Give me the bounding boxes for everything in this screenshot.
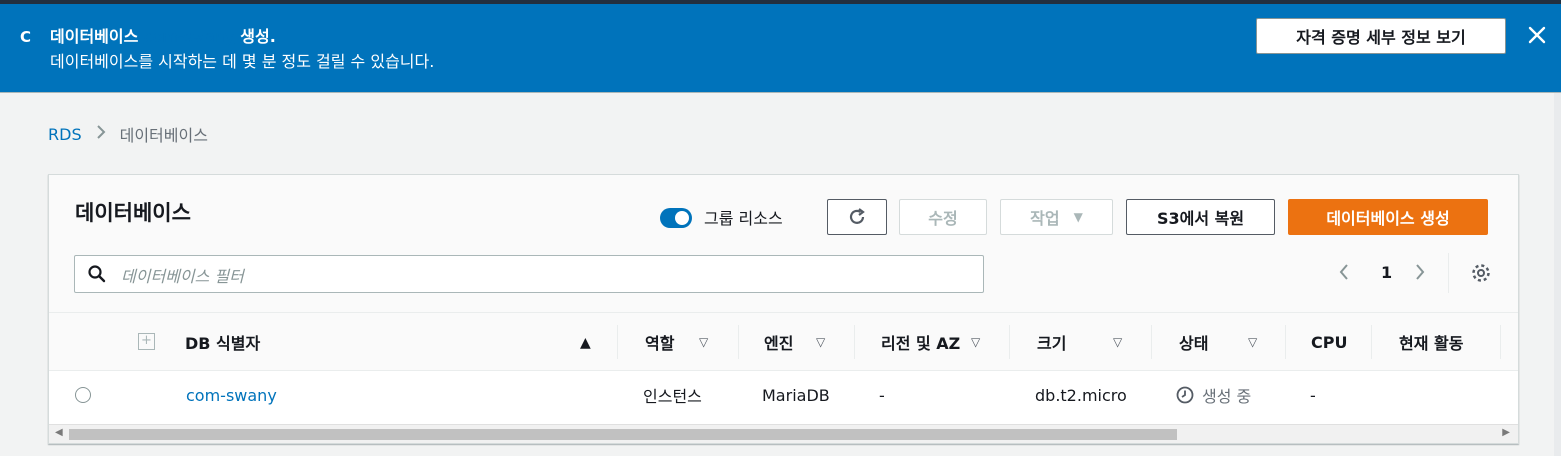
column-divider bbox=[1500, 325, 1501, 359]
column-region-az[interactable]: 리전 및 AZ bbox=[881, 313, 960, 371]
column-divider bbox=[854, 325, 855, 359]
flash-title-suffix: 생성. bbox=[240, 27, 276, 46]
db-identifier-link[interactable]: com-swany bbox=[186, 371, 277, 419]
column-status[interactable]: 상태 bbox=[1179, 313, 1208, 371]
table-row[interactable]: com-swany 인스턴스 MariaDB - db.t2.micro 생성 … bbox=[49, 371, 1518, 419]
flash-title: 데이터베이스 com-swany 생성. bbox=[50, 23, 276, 47]
column-divider bbox=[1371, 325, 1372, 359]
cell-size: db.t2.micro bbox=[1035, 385, 1127, 405]
breadcrumb-current: 데이터베이스 bbox=[119, 126, 208, 145]
cell-engine: MariaDB bbox=[762, 385, 830, 405]
next-page-icon[interactable] bbox=[1414, 262, 1426, 287]
create-database-button[interactable]: 데이터베이스 생성 bbox=[1288, 199, 1488, 235]
scroll-left-icon[interactable]: ◀ bbox=[55, 427, 63, 438]
column-db-identifier[interactable]: DB 식별자 bbox=[185, 313, 260, 371]
previous-page-icon[interactable] bbox=[1338, 262, 1350, 287]
sort-icon[interactable]: ▽ bbox=[1248, 335, 1257, 349]
pager-divider bbox=[1448, 253, 1449, 293]
page-scrollbar-track[interactable] bbox=[1554, 93, 1561, 456]
column-engine[interactable]: 엔진 bbox=[764, 313, 793, 371]
actions-dropdown[interactable]: 작업 ▼ bbox=[1000, 199, 1113, 235]
column-divider bbox=[1151, 325, 1152, 359]
caret-down-icon: ▼ bbox=[1073, 210, 1083, 224]
panel-header: 데이터베이스 그룹 리소스 수정 작업 ▼ S3에서 복원 데이터베이스 생성 … bbox=[49, 175, 1518, 313]
group-resources-label: 그룹 리소스 bbox=[704, 209, 783, 228]
column-current-activity[interactable]: 현재 활동 bbox=[1399, 313, 1463, 371]
sort-icon[interactable]: ▽ bbox=[816, 335, 825, 349]
panel-title: 데이터베이스 bbox=[75, 201, 191, 225]
loading-spinner-icon: C bbox=[20, 28, 32, 46]
scrollbar-thumb[interactable] bbox=[69, 429, 1177, 440]
refresh-icon bbox=[849, 208, 865, 224]
scroll-right-icon[interactable]: ▶ bbox=[1502, 427, 1510, 438]
cell-status: 생성 중 bbox=[1176, 371, 1251, 419]
flash-db-link[interactable]: com-swany bbox=[144, 27, 235, 46]
horizontal-scrollbar[interactable]: ◀ ▶ bbox=[49, 424, 1518, 443]
group-resources-toggle[interactable] bbox=[660, 208, 692, 228]
column-role[interactable]: 역할 bbox=[645, 313, 674, 371]
sort-ascending-icon[interactable]: ▲ bbox=[580, 335, 591, 351]
search-icon bbox=[87, 264, 107, 288]
row-select-radio[interactable] bbox=[75, 387, 91, 403]
flash-title-prefix: 데이터베이스 bbox=[50, 27, 139, 46]
column-divider bbox=[1009, 325, 1010, 359]
sort-icon[interactable]: ▽ bbox=[1113, 335, 1122, 349]
clock-icon bbox=[1176, 386, 1194, 404]
column-divider bbox=[738, 325, 739, 359]
sort-icon[interactable]: ▽ bbox=[971, 335, 980, 349]
chevron-right-icon bbox=[96, 124, 106, 145]
expand-all-icon[interactable]: + bbox=[138, 333, 155, 350]
search-placeholder: 데이터베이스 필터 bbox=[121, 267, 244, 286]
column-divider bbox=[1285, 325, 1286, 359]
edit-button[interactable]: 수정 bbox=[899, 199, 987, 235]
gear-icon[interactable] bbox=[1470, 262, 1492, 288]
column-cpu[interactable]: CPU bbox=[1311, 313, 1347, 371]
close-icon[interactable] bbox=[1522, 20, 1552, 50]
databases-panel: 데이터베이스 그룹 리소스 수정 작업 ▼ S3에서 복원 데이터베이스 생성 … bbox=[48, 174, 1519, 444]
column-size[interactable]: 크기 bbox=[1037, 313, 1066, 371]
view-credentials-button[interactable]: 자격 증명 세부 정보 보기 bbox=[1256, 18, 1506, 54]
breadcrumb-rds[interactable]: RDS bbox=[48, 125, 82, 144]
toggle-knob bbox=[675, 211, 689, 225]
table-header: + DB 식별자 ▲ 역할 ▽ 엔진 ▽ 리전 및 AZ ▽ 크기 ▽ 상태 ▽… bbox=[49, 313, 1518, 371]
cell-cpu: - bbox=[1310, 385, 1316, 405]
cell-region-az: - bbox=[879, 385, 885, 405]
flash-divider bbox=[0, 92, 1561, 93]
column-divider bbox=[617, 325, 618, 359]
flash-banner: C 데이터베이스 com-swany 생성. 데이터베이스를 시작하는 데 몇 … bbox=[0, 4, 1561, 92]
sort-icon[interactable]: ▽ bbox=[699, 335, 708, 349]
cell-role: 인스턴스 bbox=[643, 387, 702, 406]
search-input[interactable]: 데이터베이스 필터 bbox=[74, 255, 984, 293]
refresh-button[interactable] bbox=[827, 199, 887, 235]
current-page-number[interactable]: 1 bbox=[1381, 263, 1392, 282]
flash-message: 데이터베이스를 시작하는 데 몇 분 정도 걸릴 수 있습니다. bbox=[50, 52, 435, 71]
status-text: 생성 중 bbox=[1202, 387, 1252, 406]
restore-from-s3-button[interactable]: S3에서 복원 bbox=[1126, 199, 1275, 235]
actions-label: 작업 bbox=[1030, 209, 1060, 228]
breadcrumb: RDS 데이터베이스 bbox=[48, 123, 208, 146]
